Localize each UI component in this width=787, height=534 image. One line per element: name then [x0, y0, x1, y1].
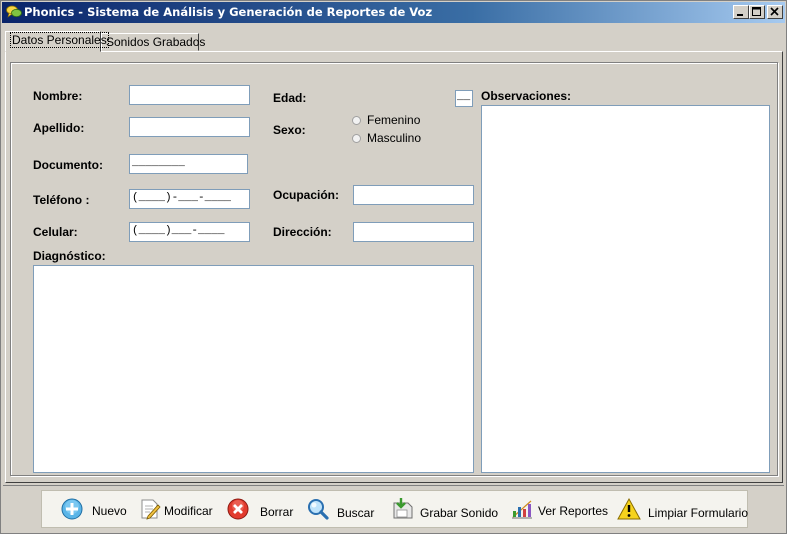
close-icon — [770, 7, 779, 16]
limpiar-formulario-label: Limpiar Formulario — [648, 506, 749, 520]
telefono-field[interactable]: (____)-___-____ — [129, 189, 250, 209]
tab-label: Datos Personales — [10, 32, 109, 48]
chat-bubbles-icon — [6, 5, 22, 19]
ver-reportes-button[interactable]: Ver Reportes — [510, 497, 610, 523]
personal-data-group: Nombre: Apellido: Documento: ________ Te… — [10, 62, 778, 476]
window-title: Phonics - Sistema de Análisis y Generaci… — [24, 5, 433, 19]
celular-label: Celular: — [33, 225, 78, 239]
tab-datos-personales[interactable]: Datos Personales — [5, 31, 109, 52]
apellido-label: Apellido: — [33, 121, 85, 135]
apellido-field[interactable] — [129, 117, 250, 137]
ver-reportes-label: Ver Reportes — [538, 504, 609, 518]
buscar-label: Buscar — [337, 506, 375, 520]
nuevo-button[interactable]: Nuevo — [60, 497, 130, 523]
warning-icon — [617, 497, 641, 521]
edad-label: Edad: — [273, 91, 307, 105]
documento-field[interactable]: ________ — [129, 154, 248, 174]
edad-field[interactable]: __ — [455, 90, 473, 107]
close-button[interactable] — [767, 5, 783, 19]
borrar-button[interactable]: Borrar — [226, 497, 296, 523]
add-icon — [60, 497, 84, 521]
diagnostico-textarea[interactable] — [33, 265, 474, 473]
tab-label: Sonidos Grabados — [106, 35, 206, 49]
celular-field[interactable]: (____)___-____ — [129, 222, 250, 242]
buscar-button[interactable]: Buscar — [306, 497, 376, 523]
main-window: Phonics - Sistema de Análisis y Generaci… — [0, 0, 787, 534]
minimize-button[interactable] — [733, 5, 749, 19]
title-bar[interactable]: Phonics - Sistema de Análisis y Generaci… — [2, 2, 785, 23]
modificar-label: Modificar — [164, 504, 213, 518]
nombre-label: Nombre: — [33, 89, 83, 103]
modificar-button[interactable]: Modificar — [138, 497, 218, 523]
radio-button[interactable] — [352, 116, 361, 125]
radio-label-masculino: Masculino — [367, 131, 422, 145]
nuevo-label: Nuevo — [92, 504, 127, 518]
minimize-icon — [737, 14, 743, 16]
telefono-label: Teléfono : — [33, 193, 90, 207]
ocupacion-field[interactable] — [353, 185, 474, 205]
tab-sonidos-grabados[interactable]: Sonidos Grabados — [101, 33, 205, 51]
reports-icon — [510, 497, 534, 521]
radio-label-femenino: Femenino — [367, 113, 421, 127]
delete-icon — [226, 497, 250, 521]
direccion-field[interactable] — [353, 222, 474, 242]
grabar-sonido-label: Grabar Sonido — [420, 506, 499, 520]
limpiar-formulario-button[interactable]: Limpiar Formulario — [617, 497, 748, 523]
sexo-label: Sexo: — [273, 123, 306, 137]
tab-panel: Nombre: Apellido: Documento: ________ Te… — [5, 51, 783, 483]
maximize-icon — [752, 7, 761, 16]
toolbar-area: Nuevo Modificar Borrar Buscar Grabar Son… — [3, 485, 784, 533]
observaciones-label: Observaciones: — [481, 89, 572, 103]
radio-button[interactable] — [352, 134, 361, 143]
direccion-label: Dirección: — [273, 225, 332, 239]
ocupacion-label: Ocupación: — [273, 188, 340, 202]
action-toolbar: Nuevo Modificar Borrar Buscar Grabar Son… — [41, 490, 748, 528]
observaciones-textarea[interactable] — [481, 105, 770, 473]
maximize-button[interactable] — [749, 5, 765, 19]
edit-icon — [138, 497, 162, 521]
diagnostico-label: Diagnóstico: — [33, 249, 106, 263]
record-icon — [391, 497, 415, 521]
search-icon — [306, 497, 330, 521]
documento-label: Documento: — [33, 158, 103, 172]
nombre-field[interactable] — [129, 85, 250, 105]
grabar-sonido-button[interactable]: Grabar Sonido — [391, 497, 499, 523]
borrar-label: Borrar — [260, 505, 294, 519]
